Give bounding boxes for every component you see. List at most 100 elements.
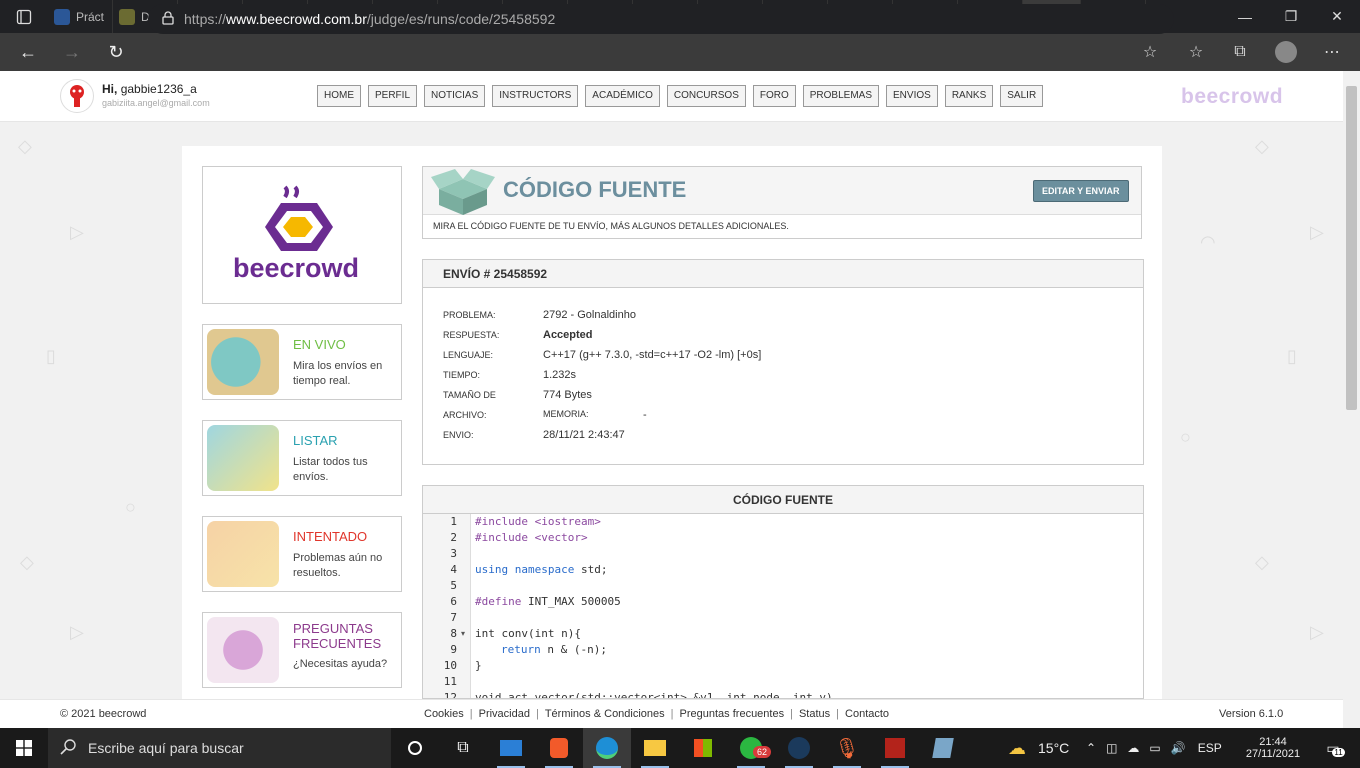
footer-link[interactable]: Contacto — [845, 708, 889, 720]
nav-item-instructors[interactable]: INSTRUCTORS — [492, 85, 579, 107]
fold-arrow-icon[interactable]: ▾ — [461, 629, 465, 638]
detail-value: 28/11/21 2:43:47 — [543, 429, 625, 441]
dota-icon[interactable] — [871, 728, 919, 768]
beecrowd-logo-box[interactable]: beecrowd — [202, 166, 402, 304]
windows-start-button[interactable] — [0, 728, 48, 768]
edit-and-submit-button[interactable]: EDITAR Y ENVIAR — [1033, 180, 1129, 202]
chevron-up-icon[interactable]: ⌃ — [1086, 741, 1096, 755]
nav-item-noticias[interactable]: NOTICIAS — [424, 85, 486, 107]
line-number: 1 — [450, 515, 457, 528]
detail-key: TAMAÑO DE — [443, 390, 496, 400]
microphone-app-icon[interactable]: 🎙 — [823, 728, 871, 768]
attempted-box-icon — [207, 521, 279, 587]
minimize-button[interactable]: — — [1222, 0, 1268, 33]
sidebar-item-title: PREGUNTAS FRECUENTES — [293, 621, 382, 651]
avatar[interactable] — [60, 79, 94, 113]
clock[interactable]: 21:44 27/11/2021 — [1238, 728, 1308, 768]
notification-center-icon[interactable]: ▭ 11 — [1318, 728, 1348, 768]
footer-link[interactable]: Status — [799, 708, 830, 720]
volume-icon[interactable]: 🔊 — [1171, 741, 1186, 755]
sidebar-item-en-vivo[interactable]: EN VIVO Mira los envíos en tiempo real. — [202, 324, 402, 400]
steam-icon[interactable] — [775, 728, 823, 768]
live-globe-icon — [207, 329, 279, 395]
code-line: int conv(int n){ — [475, 627, 581, 640]
file-explorer-icon[interactable] — [631, 728, 679, 768]
address-bar[interactable]: https://www.beecrowd.com.br/judge/es/run… — [148, 4, 1174, 34]
version: Version 6.1.0 — [1219, 708, 1284, 720]
title-band: CÓDIGO FUENTE EDITAR Y ENVIAR — [423, 167, 1141, 215]
sidebar-item-intentado[interactable]: INTENTADO Problemas aún no resueltos. — [202, 516, 402, 592]
weather-widget[interactable]: ☁ 15°C — [1008, 728, 1069, 768]
line-number: 12 — [443, 691, 457, 699]
page-subtitle: MIRA EL CÓDIGO FUENTE DE TU ENVÍO, MÁS A… — [433, 221, 789, 231]
refresh-button[interactable]: ↻ — [94, 33, 138, 71]
add-favorite-icon[interactable]: ☆ — [1128, 33, 1172, 71]
detail-value: 1.232s — [543, 369, 577, 381]
main-nav: HOME PERFIL NOTICIAS INSTRUCTORS ACADÉMICO CO… — [317, 85, 1044, 107]
detail-key: PROBLEMA: — [443, 310, 496, 320]
code-line: #define INT_MAX 500005 — [475, 595, 621, 608]
notification-count: 11 — [1332, 747, 1345, 757]
detail-key: ENVIO: — [443, 430, 474, 440]
edge-browser-icon[interactable] — [583, 728, 631, 768]
nav-item-concursos[interactable]: CONCURSOS — [666, 85, 746, 107]
sidebar-item-title: EN VIVO — [293, 337, 346, 352]
tab-title: Práct — [76, 9, 105, 24]
nav-item-académico[interactable]: ACADÉMICO — [585, 85, 660, 107]
close-window-button[interactable]: ✕ — [1314, 0, 1360, 33]
nav-item-home[interactable]: HOME — [317, 85, 361, 107]
taskbar-search-box[interactable]: Escribe aquí para buscar — [48, 728, 391, 768]
detail-value: 774 Bytes — [543, 389, 592, 401]
nav-item-problemas[interactable]: PROBLEMAS — [802, 85, 880, 107]
source-code-panel: CÓDIGO FUENTE 1 2 3 4 5 6 7 8 9 10 11 12 ▾ #include … — [422, 485, 1144, 699]
mail-icon[interactable] — [487, 728, 535, 768]
line-number: 4 — [450, 563, 457, 576]
favorites-icon[interactable]: ☆ — [1174, 33, 1218, 71]
detail-value: C++17 (g++ 7.3.0, -std=c++17 -O2 -lm) [+… — [543, 349, 762, 361]
detail-value: 2792 - Golnaldinho — [543, 309, 636, 321]
sidebar-item-preguntas-frecuentes[interactable]: PREGUNTAS FRECUENTES ¿Necesitas ayuda? — [202, 612, 402, 688]
footer-link[interactable]: Privacidad — [479, 708, 530, 720]
store-icon[interactable] — [679, 728, 727, 768]
back-button[interactable]: ← — [6, 33, 50, 71]
task-view-icon[interactable]: ⧉ — [439, 728, 487, 768]
footer-link[interactable]: Términos & Condiciones — [545, 708, 665, 720]
clock-date: 27/11/2021 — [1245, 748, 1301, 760]
meet-now-icon[interactable]: ◫ — [1106, 741, 1117, 755]
nav-item-foro[interactable]: FORO — [752, 85, 796, 107]
restore-button[interactable]: ❐ — [1268, 0, 1314, 33]
network-icon[interactable]: ▭ — [1149, 741, 1160, 755]
nav-item-ranks[interactable]: RANKS — [944, 85, 994, 107]
line-number: 6 — [450, 595, 457, 608]
user-email: gabiziita.angel@gmail.com — [102, 98, 210, 108]
sidebar-item-listar[interactable]: LISTAR Listar todos tus envíos. — [202, 420, 402, 496]
site-footer: © 2021 beecrowd Cookies | Privacidad | Térmi… — [0, 699, 1343, 728]
line-number: 8 — [450, 627, 457, 640]
onedrive-icon[interactable]: ☁ — [1127, 741, 1139, 755]
forward-button[interactable]: → — [50, 33, 94, 71]
line-number: 7 — [450, 611, 457, 624]
cortana-icon[interactable] — [391, 728, 439, 768]
brave-browser-icon[interactable] — [535, 728, 583, 768]
temperature: 15°C — [1038, 740, 1070, 756]
sidebar-item-desc: Listar todos tus envíos. — [293, 456, 368, 483]
tab-actions-icon[interactable] — [0, 0, 48, 33]
nav-item-envios[interactable]: ENVIOS — [886, 85, 938, 107]
nav-item-salir[interactable]: SALIR — [1000, 85, 1044, 107]
profile-icon[interactable] — [1264, 33, 1308, 71]
footer-link[interactable]: Cookies — [424, 708, 464, 720]
beecrowd-logo-text: beecrowd — [233, 253, 360, 283]
app-icon[interactable] — [919, 728, 967, 768]
scrollbar-thumb[interactable] — [1346, 86, 1357, 410]
whatsapp-icon[interactable]: 62 — [727, 728, 775, 768]
nav-item-perfil[interactable]: PERFIL — [368, 85, 418, 107]
collections-icon[interactable]: ⧉ — [1218, 33, 1262, 71]
footer-link[interactable]: Preguntas frecuentes — [680, 708, 785, 720]
settings-menu-icon[interactable]: ⋯ — [1310, 33, 1354, 71]
weather-cloud-icon: ☁ — [1008, 737, 1026, 758]
submission-details: ENVÍO # 25458592 PROBLEMA: 2792 - Golnald… — [422, 259, 1144, 465]
brand-logo[interactable]: beecrowd — [1181, 85, 1283, 109]
input-language[interactable]: ESP — [1198, 741, 1222, 755]
browser-tab[interactable]: Práct — [48, 0, 113, 33]
code-line: void act_vector(std::vector<int> &v1, in… — [475, 691, 833, 699]
